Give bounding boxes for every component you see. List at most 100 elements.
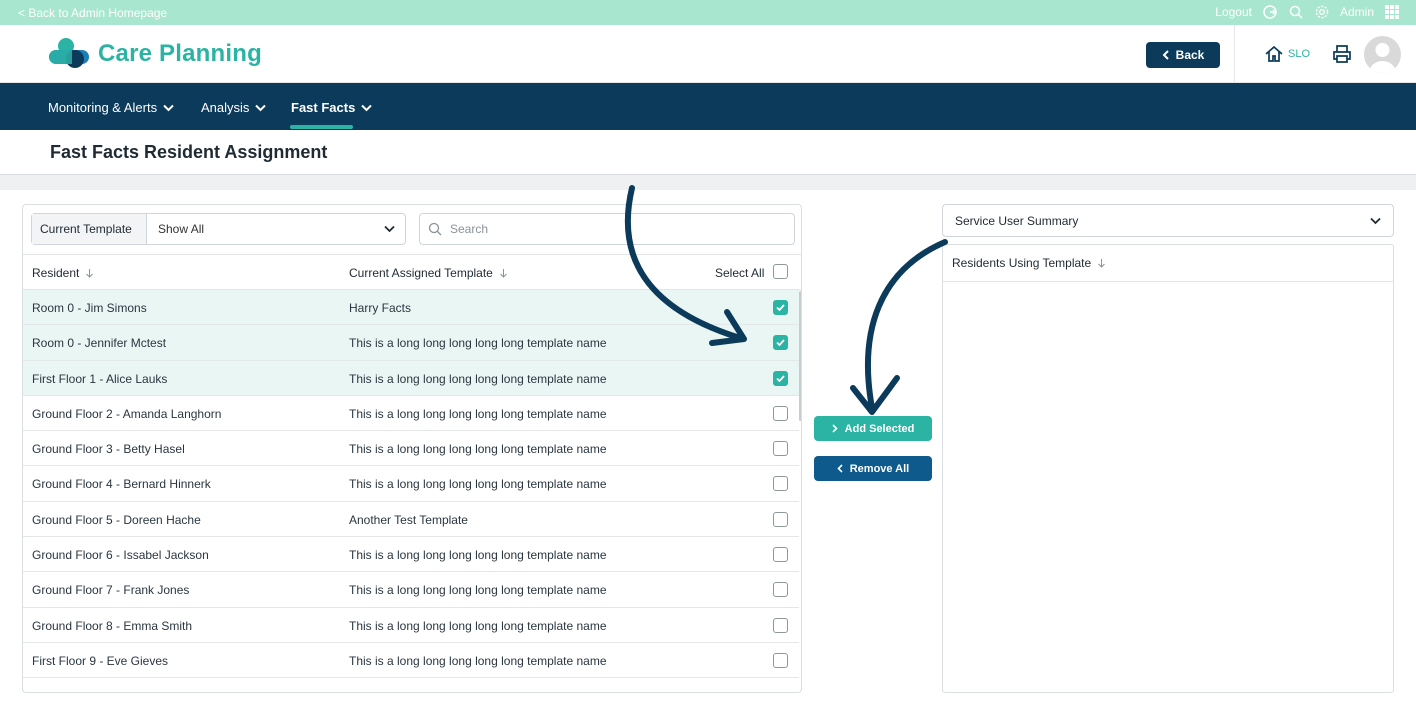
chevron-down-icon bbox=[163, 104, 174, 111]
chevron-down-icon bbox=[1370, 217, 1381, 224]
residents-using-template-panel: Residents Using Template bbox=[942, 244, 1394, 693]
column-resident-label: Resident bbox=[32, 266, 80, 280]
resident-list-panel: Current Template Show All Resident Curre… bbox=[22, 204, 802, 693]
select-all-checkbox[interactable] bbox=[773, 264, 788, 279]
assigned-template: This is a long long long long long templ… bbox=[349, 336, 607, 351]
care-planning-logo-icon bbox=[49, 38, 89, 68]
home-label: SLO bbox=[1288, 48, 1311, 60]
resident-name: Ground Floor 4 - Bernard Hinnerk bbox=[32, 477, 211, 492]
assigned-template: Another Test Template bbox=[349, 512, 468, 527]
table-header: Resident Current Assigned Template Selec… bbox=[23, 254, 801, 290]
sort-arrow-icon bbox=[500, 269, 507, 278]
chevron-down-icon bbox=[255, 104, 267, 111]
table-row[interactable]: Ground Floor 5 - Doreen Hache Another Tes… bbox=[23, 502, 799, 538]
template-filter-label: Current Template bbox=[32, 214, 147, 244]
row-checkbox[interactable] bbox=[773, 335, 788, 351]
row-checkbox[interactable] bbox=[773, 511, 788, 527]
column-template[interactable]: Current Assigned Template bbox=[349, 266, 508, 280]
column-template-label: Current Assigned Template bbox=[349, 266, 493, 280]
home-slo-link[interactable]: SLO bbox=[1264, 45, 1310, 63]
app-header: Care Planning Back SLO bbox=[0, 25, 1416, 83]
table-row[interactable]: Ground Floor 7 - Frank Jones This is a lo… bbox=[23, 572, 799, 608]
search-icon bbox=[428, 222, 442, 236]
select-all-label: Select All bbox=[715, 266, 765, 280]
row-checkbox[interactable] bbox=[773, 652, 788, 668]
row-checkbox[interactable] bbox=[773, 441, 788, 457]
table-row[interactable]: Room 0 - Jennifer Mctest This is a long l… bbox=[23, 325, 799, 361]
search-icon[interactable] bbox=[1288, 4, 1304, 20]
print-icon[interactable] bbox=[1332, 44, 1352, 64]
back-button[interactable]: Back bbox=[1146, 42, 1220, 68]
nav-item-label: Monitoring & Alerts bbox=[48, 100, 158, 115]
table-row[interactable]: Ground Floor 2 - Amanda Langhorn This is … bbox=[23, 396, 799, 432]
resident-name: Ground Floor 2 - Amanda Langhorn bbox=[32, 406, 222, 421]
nav-analysis[interactable]: Analysis bbox=[201, 100, 267, 115]
residents-using-template-label: Residents Using Template bbox=[952, 256, 1092, 270]
gear-icon[interactable] bbox=[1314, 4, 1330, 20]
app-grid-icon[interactable] bbox=[1384, 4, 1400, 20]
row-checkbox[interactable] bbox=[773, 582, 788, 598]
add-selected-label: Add Selected bbox=[844, 422, 915, 435]
assigned-template: Harry Facts bbox=[349, 301, 412, 315]
resident-name: Ground Floor 3 - Betty Hasel bbox=[32, 442, 185, 457]
main-nav: Monitoring & Alerts Analysis Fast Facts bbox=[0, 83, 1416, 130]
resident-name: Ground Floor 6 - Issabel Jackson bbox=[32, 548, 209, 563]
column-resident[interactable]: Resident bbox=[32, 266, 94, 280]
table-row[interactable]: Ground Floor 3 - Betty Hasel This is a lo… bbox=[23, 431, 799, 467]
nav-fast-facts[interactable]: Fast Facts bbox=[291, 100, 373, 115]
checkmark-icon bbox=[776, 339, 785, 347]
remove-all-button[interactable]: Remove All bbox=[814, 456, 932, 481]
logout-link[interactable]: Logout bbox=[1215, 5, 1252, 19]
resident-rows: Room 0 - Jim Simons Harry Facts Room 0 - J… bbox=[23, 290, 799, 679]
row-checkbox[interactable] bbox=[773, 617, 788, 633]
table-row[interactable]: Ground Floor 4 - Bernard Hinnerk This is … bbox=[23, 466, 799, 502]
assigned-template: This is a long long long long long templ… bbox=[349, 653, 607, 668]
nav-item-label: Analysis bbox=[201, 100, 250, 115]
search-input[interactable] bbox=[450, 222, 770, 236]
assigned-template: This is a long long long long long templ… bbox=[349, 442, 607, 457]
row-checkbox[interactable] bbox=[773, 476, 788, 492]
table-row[interactable]: Ground Floor 8 - Emma Smith This is a lon… bbox=[23, 608, 799, 643]
top-bar-actions: Logout Admin bbox=[1215, 4, 1400, 20]
assigned-template: This is a long long long long long templ… bbox=[349, 406, 607, 421]
template-filter-select[interactable]: Show All bbox=[147, 214, 405, 244]
table-row[interactable]: First Floor 9 - Eve Gieves This is a long… bbox=[23, 643, 799, 679]
header-divider bbox=[1234, 25, 1235, 83]
service-user-summary-select[interactable]: Service User Summary bbox=[942, 204, 1394, 237]
row-checkbox[interactable] bbox=[773, 370, 788, 386]
table-row[interactable]: Room 0 - Jim Simons Harry Facts bbox=[23, 290, 799, 326]
chevron-left-icon bbox=[837, 464, 843, 473]
resident-name: Room 0 - Jennifer Mctest bbox=[32, 336, 167, 351]
app-title: Care Planning bbox=[98, 40, 262, 67]
select-all: Select All bbox=[715, 266, 764, 280]
back-button-label: Back bbox=[1175, 48, 1205, 62]
chevron-left-icon bbox=[1162, 50, 1169, 60]
arrow-to-add-button bbox=[864, 239, 948, 411]
table-row[interactable]: First Floor 1 - Alice Lauks This is a lon… bbox=[23, 360, 799, 396]
row-checkbox[interactable] bbox=[773, 405, 788, 421]
remove-all-label: Remove All bbox=[849, 462, 910, 475]
chevron-down-icon bbox=[384, 225, 395, 233]
page-title: Fast Facts Resident Assignment bbox=[50, 142, 328, 162]
sort-arrow-icon bbox=[86, 269, 94, 278]
chevron-down-icon bbox=[361, 104, 373, 111]
add-selected-button[interactable]: Add Selected bbox=[814, 416, 932, 441]
residents-using-template-header[interactable]: Residents Using Template bbox=[943, 245, 1393, 282]
row-checkbox[interactable] bbox=[773, 300, 788, 315]
scrollbar-thumb[interactable] bbox=[799, 291, 801, 421]
active-nav-indicator bbox=[290, 125, 353, 129]
admin-link[interactable]: Admin bbox=[1340, 5, 1374, 19]
table-row[interactable]: Ground Floor 6 - Issabel Jackson This is … bbox=[23, 537, 799, 573]
search-field[interactable] bbox=[419, 213, 795, 245]
home-icon bbox=[1265, 45, 1283, 62]
summary-select-value: Service User Summary bbox=[955, 213, 1079, 228]
row-checkbox[interactable] bbox=[773, 547, 788, 563]
template-filter-value: Show All bbox=[158, 222, 205, 236]
resident-name: Room 0 - Jim Simons bbox=[32, 301, 147, 315]
back-to-admin-link[interactable]: < Back to Admin Homepage bbox=[18, 6, 167, 20]
logout-icon[interactable] bbox=[1262, 4, 1278, 20]
avatar[interactable] bbox=[1364, 36, 1401, 73]
assigned-template: This is a long long long long long templ… bbox=[349, 371, 607, 386]
nav-monitoring-alerts[interactable]: Monitoring & Alerts bbox=[48, 100, 174, 115]
template-filter: Current Template Show All bbox=[31, 213, 406, 245]
